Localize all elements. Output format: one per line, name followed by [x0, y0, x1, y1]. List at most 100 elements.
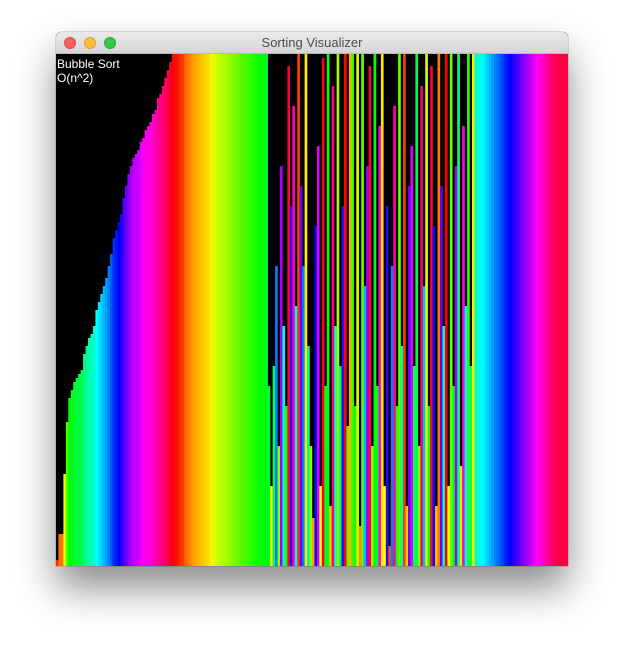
bar: [385, 206, 389, 566]
bar: [280, 166, 283, 566]
bar: [184, 54, 187, 566]
bar: [472, 54, 475, 566]
bar: [368, 66, 372, 566]
bar: [95, 310, 99, 566]
bar: [223, 54, 227, 566]
bar: [115, 230, 118, 566]
bar: [363, 286, 367, 566]
bar: [129, 166, 133, 566]
bar: [110, 254, 113, 566]
bar: [344, 54, 347, 566]
bar: [427, 406, 431, 566]
bar: [447, 486, 451, 566]
bar: [398, 54, 401, 566]
bar: [563, 54, 566, 566]
bar: [284, 406, 288, 566]
bar: [393, 106, 396, 566]
bar: [511, 54, 515, 566]
bar: [245, 54, 249, 566]
bar: [220, 54, 224, 566]
title-bar[interactable]: Sorting Visualizer: [56, 32, 568, 54]
bar: [348, 54, 352, 566]
bar: [56, 560, 59, 566]
bar: [235, 54, 239, 566]
bar: [324, 386, 327, 566]
bar: [531, 54, 534, 566]
bar: [476, 54, 480, 566]
bar: [346, 426, 350, 566]
bar: [312, 518, 315, 566]
bar: [454, 166, 458, 566]
bar: [508, 54, 512, 566]
bar: [63, 474, 67, 566]
bar: [270, 486, 273, 566]
bar: [494, 54, 497, 566]
bar: [521, 54, 524, 566]
bar: [496, 54, 500, 566]
bar: [152, 114, 155, 566]
bar: [124, 186, 128, 566]
bar: [228, 54, 231, 566]
bar: [252, 54, 256, 566]
bar: [380, 54, 384, 566]
bar: [440, 186, 443, 566]
bar: [336, 54, 340, 566]
bar: [550, 54, 554, 566]
bar: [117, 222, 121, 566]
bar: [179, 54, 182, 566]
bar: [191, 54, 195, 566]
bar: [410, 146, 414, 566]
bar: [422, 286, 426, 566]
bar: [186, 54, 190, 566]
bar: [112, 238, 116, 566]
bar: [156, 98, 160, 566]
bar: [526, 54, 529, 566]
bar: [68, 398, 71, 566]
bar: [528, 54, 532, 566]
bar: [196, 54, 199, 566]
bar: [321, 58, 325, 566]
bar: [331, 86, 335, 566]
bar: [60, 534, 64, 566]
bar: [341, 206, 345, 566]
bar: [356, 54, 359, 566]
bar: [560, 54, 564, 566]
bar: [383, 486, 387, 566]
bar: [292, 106, 295, 566]
bar: [501, 54, 505, 566]
bar: [415, 54, 419, 566]
bar: [83, 354, 86, 566]
bar: [137, 150, 140, 566]
bar: [395, 406, 399, 566]
algorithm-label: Bubble Sort: [57, 57, 120, 71]
bar: [166, 70, 170, 566]
info-overlay: Bubble Sort O(n^2): [57, 57, 120, 85]
bar: [543, 54, 547, 566]
bar: [545, 54, 549, 566]
bar: [265, 54, 268, 566]
bar: [361, 54, 364, 566]
bar: [277, 446, 281, 566]
bar: [208, 54, 212, 566]
bar: [376, 386, 379, 566]
bar: [459, 466, 463, 566]
bar: [506, 54, 510, 566]
bar: [405, 506, 409, 566]
bar: [481, 54, 485, 566]
bar: [147, 126, 150, 566]
bar: [216, 54, 219, 566]
bar: [304, 54, 308, 566]
bar: [149, 122, 153, 566]
bar: [102, 286, 106, 566]
bar: [127, 174, 131, 566]
bar: [307, 346, 310, 566]
bar: [188, 54, 192, 566]
bar: [275, 266, 278, 566]
bar: [558, 54, 561, 566]
bar: [107, 266, 111, 566]
bar: [174, 54, 177, 566]
bar: [142, 138, 145, 566]
bar: [75, 378, 79, 566]
bar: [516, 54, 519, 566]
bar: [366, 166, 369, 566]
